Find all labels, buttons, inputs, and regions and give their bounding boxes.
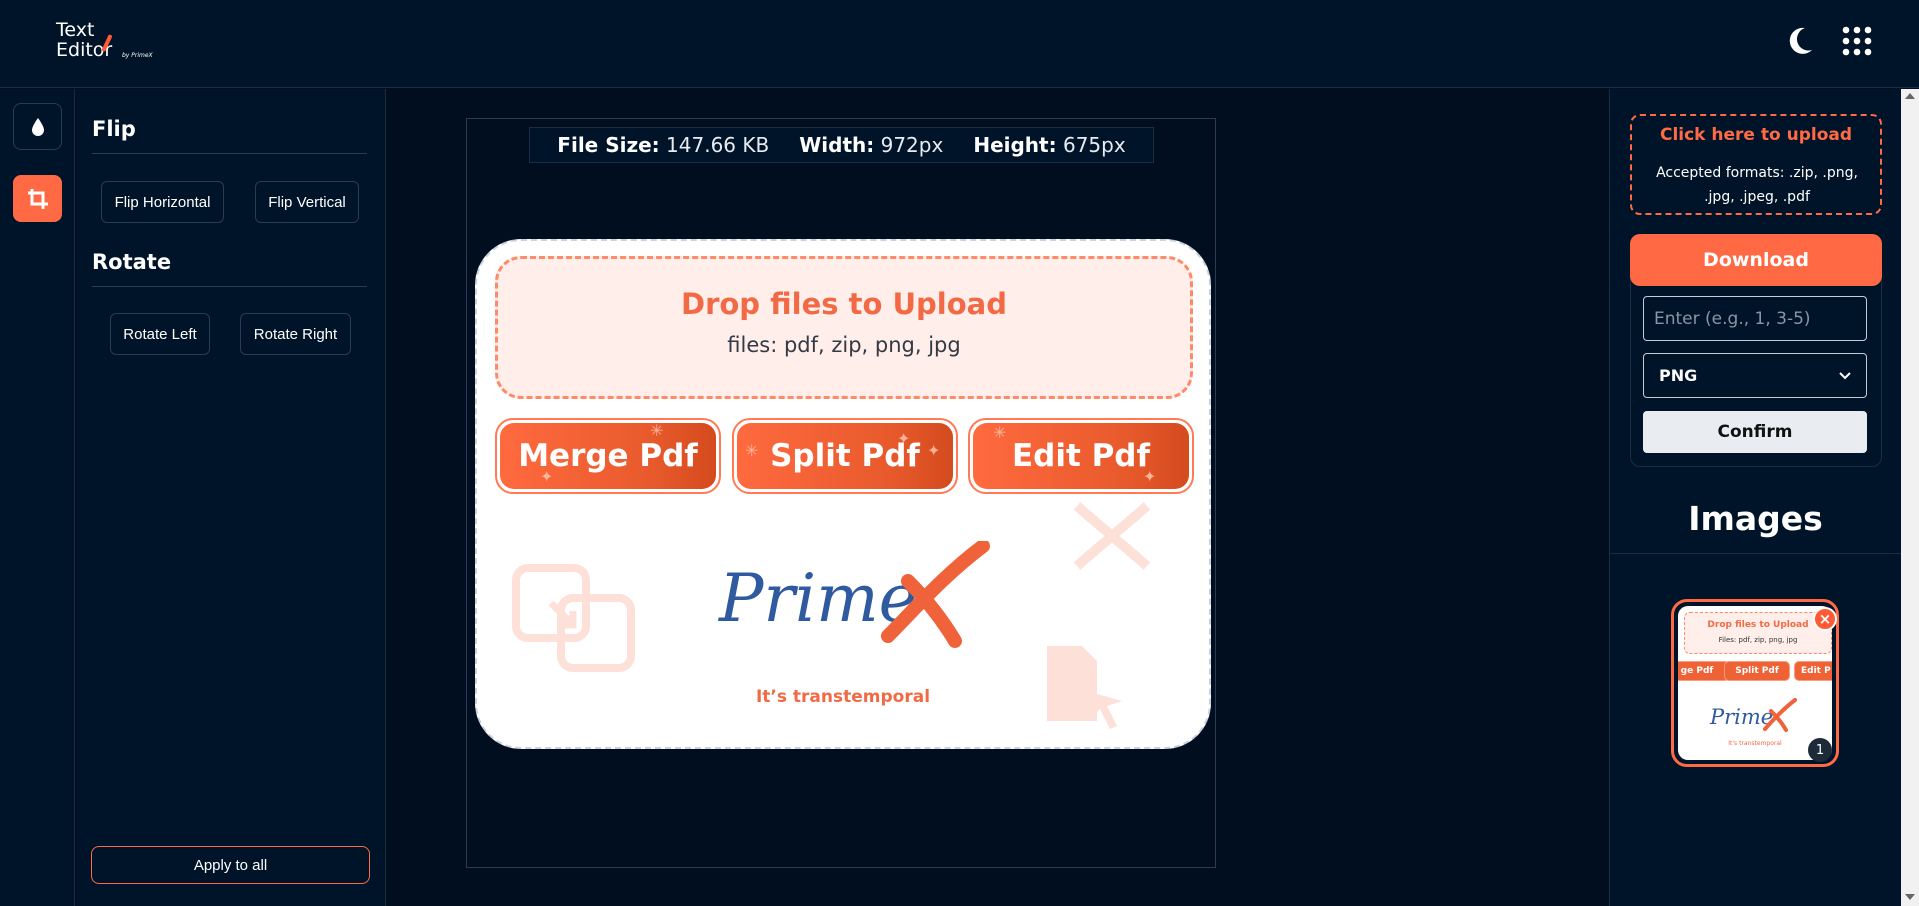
remove-image-button[interactable]: ×	[1813, 607, 1837, 631]
grid-icon[interactable]	[1842, 26, 1872, 56]
svg-text:Prime: Prime	[718, 560, 918, 637]
height-info: Height: 675px	[973, 133, 1125, 157]
file-info-bar: File Size: 147.66 KB Width: 972px Height…	[529, 127, 1154, 163]
file-size-value: 147.66 KB	[666, 133, 770, 157]
rotate-left-button[interactable]: Rotate Left	[110, 313, 210, 355]
scissors-decoration-icon	[1073, 502, 1151, 570]
primex-logo: Prime	[718, 541, 990, 648]
image-thumbnail[interactable]: Drop files to Upload Files: pdf, zip, pn…	[1671, 599, 1839, 767]
edit-pdf-label: Edit Pdf	[1011, 438, 1150, 474]
sparkle-icon: ✦	[1143, 467, 1157, 486]
file-size-label: File Size:	[557, 133, 660, 157]
divider	[92, 153, 367, 154]
thumb-primex-logo: Prime	[1709, 698, 1797, 732]
image-index-badge: 1	[1808, 738, 1832, 762]
logo-byline: by PrimeX	[122, 52, 153, 59]
document-decoration-icon	[1047, 646, 1122, 729]
adjust-tool-button[interactable]	[13, 103, 62, 150]
flip-horizontal-button[interactable]: Flip Horizontal	[101, 181, 224, 223]
sparkle-icon: ✦	[897, 429, 911, 448]
app-logo[interactable]: Text Editor by PrimeX	[56, 20, 156, 68]
app-header: Text Editor by PrimeX	[0, 0, 1919, 88]
width-value: 972px	[880, 133, 944, 157]
crop-icon	[27, 188, 48, 209]
scroll-down-arrow-icon[interactable]	[1905, 894, 1915, 900]
logo-line1: Text	[56, 19, 95, 41]
close-icon: ×	[1818, 610, 1832, 628]
upload-title[interactable]: Click here to upload	[1632, 125, 1880, 145]
right-panel: Click here to upload Accepted formats: .…	[1609, 89, 1901, 906]
thumb-split-pill: Split Pdf	[1724, 661, 1790, 681]
rotate-right-button[interactable]: Rotate Right	[240, 313, 351, 355]
merge-decoration-icon	[512, 564, 635, 672]
edit-pdf-pill: ✳ ✦ Edit Pdf	[968, 418, 1194, 494]
confirm-button[interactable]: Confirm	[1643, 411, 1867, 453]
images-heading: Images	[1688, 499, 1823, 538]
droplet-icon	[31, 117, 44, 136]
flip-vertical-button[interactable]: Flip Vertical	[255, 181, 359, 223]
sparkle-icon: ✳	[745, 441, 759, 460]
apply-to-all-button[interactable]: Apply to all	[91, 846, 370, 884]
thumb-edit-pill: Edit P	[1794, 661, 1832, 681]
format-select[interactable]: PNG	[1643, 353, 1867, 398]
drop-zone: Drop files to Upload files: pdf, zip, pn…	[495, 256, 1193, 399]
sparkle-icon: ✦	[540, 467, 554, 486]
sparkle-icon: ✳	[993, 423, 1007, 442]
format-select-value: PNG	[1659, 366, 1698, 385]
svg-text:Prime: Prime	[1709, 705, 1773, 729]
chevron-down-icon	[1839, 371, 1851, 379]
tool-rail	[0, 89, 75, 906]
flip-heading: Flip	[92, 117, 136, 141]
moon-icon[interactable]	[1788, 26, 1814, 56]
thumb-drop-title: Drop files to Upload	[1707, 620, 1809, 630]
thumb-drop-zone: Drop files to Upload Files: pdf, zip, pn…	[1684, 612, 1832, 654]
sparkle-icon: ✳	[650, 423, 664, 440]
width-info: Width: 972px	[799, 133, 943, 157]
drop-subtitle: files: pdf, zip, png, jpg	[727, 333, 961, 357]
scroll-up-arrow-icon[interactable]	[1905, 93, 1915, 99]
accepted-formats: Accepted formats: .zip, .png, .jpg, .jpe…	[1656, 165, 1858, 205]
width-label: Width:	[799, 133, 875, 157]
height-label: Height:	[973, 133, 1057, 157]
drop-title: Drop files to Upload	[681, 287, 1007, 321]
sparkle-icon: ✦	[927, 441, 941, 460]
thumb-merge-pill: ge Pdf	[1678, 661, 1730, 681]
merge-pdf-pill: ✳ ✦ Merge Pdf	[495, 418, 721, 494]
download-card: Download PNG Confirm	[1630, 234, 1882, 467]
download-button[interactable]: Download	[1630, 234, 1882, 286]
thumb-drop-subtitle: Files: pdf, zip, png, jpg	[1718, 636, 1798, 644]
divider	[92, 286, 367, 287]
upload-dropzone[interactable]: Click here to upload Accepted formats: .…	[1630, 114, 1882, 215]
image-preview: Drop files to Upload files: pdf, zip, pn…	[475, 239, 1211, 749]
split-pdf-pill: ✳ ✦ ✦ Split Pdf	[732, 418, 958, 494]
crop-tool-button[interactable]	[13, 175, 62, 222]
page-scrollbar[interactable]	[1901, 89, 1919, 906]
height-value: 675px	[1062, 133, 1126, 157]
file-size-info: File Size: 147.66 KB	[557, 133, 769, 157]
page-range-input[interactable]	[1643, 296, 1867, 341]
rotate-heading: Rotate	[92, 250, 172, 274]
options-panel: Flip Flip Horizontal Flip Vertical Rotat…	[76, 89, 386, 906]
divider	[1610, 553, 1901, 554]
image-canvas[interactable]: File Size: 147.66 KB Width: 972px Height…	[466, 118, 1216, 868]
brand-tagline: It’s transtemporal	[755, 687, 931, 707]
